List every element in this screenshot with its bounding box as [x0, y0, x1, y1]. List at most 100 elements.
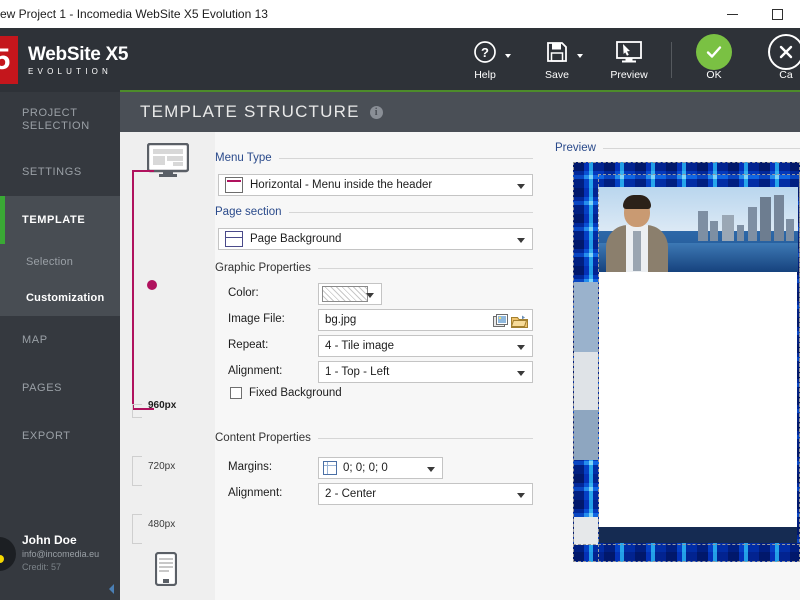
margins-label: Margins:: [228, 461, 273, 473]
repeat-value: 4 - Tile image: [325, 340, 395, 352]
minimize-button[interactable]: [710, 0, 755, 28]
help-chevron-down-icon[interactable]: [505, 54, 511, 58]
app-header: 5 WebSite X5 EVOLUTION ? Help Save Previ…: [0, 28, 800, 92]
info-icon[interactable]: i: [369, 105, 383, 119]
sidebar-item-project-selection[interactable]: PROJECT SELECTION: [0, 92, 120, 148]
header-divider: [671, 42, 672, 78]
graphic-alignment-label: Alignment:: [228, 365, 283, 377]
menu-type-value: Horizontal - Menu inside the header: [250, 179, 433, 191]
header-action-bar: ? Help Save Preview OK Ca: [449, 28, 800, 92]
cancel-label: Ca: [779, 69, 793, 81]
preview-label: Preview: [610, 69, 648, 81]
menu-type-select[interactable]: Horizontal - Menu inside the header: [218, 174, 533, 196]
page-section-chevron-down-icon[interactable]: [517, 238, 525, 243]
pick-image-button[interactable]: [491, 312, 510, 330]
group-label-menu-type: Menu Type: [215, 152, 272, 164]
floppy-disk-icon: [546, 39, 568, 65]
responsive-range-bar[interactable]: [132, 170, 154, 410]
window-controls: [710, 0, 800, 28]
close-icon: [768, 34, 800, 70]
cancel-button[interactable]: Ca: [750, 28, 800, 92]
responsive-ruler: 960px 720px 480px: [120, 132, 215, 600]
sidebar-item-customization-label: Customization: [26, 292, 105, 304]
group-rule: [602, 147, 800, 149]
ruler-label-480: 480px: [148, 519, 176, 530]
save-button[interactable]: Save: [521, 28, 593, 92]
group-rule: [278, 157, 533, 159]
responsive-range-handle[interactable]: [147, 280, 157, 290]
sidebar-item-export[interactable]: EXPORT: [0, 412, 120, 460]
save-label: Save: [545, 69, 569, 81]
group-rule: [317, 437, 533, 439]
user-credit: Credit: 57: [22, 562, 62, 572]
sidebar-collapse-icon[interactable]: [109, 584, 114, 594]
page-title: TEMPLATE STRUCTURE: [140, 102, 360, 121]
color-label: Color:: [228, 287, 259, 299]
logo-title: WebSite X5: [28, 44, 129, 65]
margins-chevron-down-icon[interactable]: [427, 467, 435, 472]
minimize-icon: [727, 13, 738, 15]
preview-button[interactable]: Preview: [593, 28, 665, 92]
page-section-select[interactable]: Page Background: [218, 228, 533, 250]
graphic-alignment-chevron-down-icon[interactable]: [517, 371, 525, 376]
image-file-label: Image File:: [228, 313, 285, 325]
content-alignment-select[interactable]: 2 - Center: [318, 483, 533, 505]
ruler-label-720: 720px: [148, 461, 176, 472]
preview-panel: Preview: [555, 132, 800, 600]
avatar: [0, 537, 16, 571]
sidebar-item-map[interactable]: MAP: [0, 316, 120, 364]
content-alignment-chevron-down-icon[interactable]: [517, 493, 525, 498]
page-background-icon: [225, 231, 243, 247]
group-header-preview: Preview: [555, 142, 800, 154]
sidebar-item-settings-label: SETTINGS: [22, 166, 82, 178]
menu-type-chevron-down-icon[interactable]: [517, 184, 525, 189]
margins-select[interactable]: 0; 0; 0; 0: [318, 457, 443, 479]
sidebar-item-template-label: TEMPLATE: [22, 214, 86, 226]
group-header-content-properties: Content Properties: [215, 432, 533, 444]
ruler-tick-480: [132, 514, 142, 544]
color-picker[interactable]: [318, 283, 382, 305]
group-label-page-section: Page section: [215, 206, 282, 218]
sidebar-item-customization[interactable]: Customization: [0, 280, 120, 316]
check-icon: [696, 34, 732, 70]
maximize-icon: [772, 8, 783, 20]
group-header-graphic-properties: Graphic Properties: [215, 262, 533, 274]
window-title-bar: ew Project 1 - Incomedia WebSite X5 Evol…: [0, 0, 800, 28]
help-button[interactable]: ? Help: [449, 28, 521, 92]
repeat-select[interactable]: 4 - Tile image: [318, 335, 533, 357]
save-chevron-down-icon[interactable]: [577, 54, 583, 58]
sidebar-item-template[interactable]: TEMPLATE: [0, 196, 120, 244]
sidebar-item-pages[interactable]: PAGES: [0, 364, 120, 412]
ok-button[interactable]: OK: [678, 28, 750, 92]
sidebar-item-settings[interactable]: SETTINGS: [0, 148, 120, 196]
menu-layout-icon: [225, 177, 243, 193]
template-preview-canvas[interactable]: [573, 162, 800, 562]
sidebar-item-export-label: EXPORT: [22, 430, 71, 442]
group-header-menu-type: Menu Type: [215, 152, 533, 164]
sidebar-item-selection-label: Selection: [26, 256, 74, 268]
app-logo: 5 WebSite X5 EVOLUTION: [0, 28, 128, 92]
browse-folder-button[interactable]: [510, 312, 529, 330]
mobile-phone-icon[interactable]: [154, 551, 178, 591]
repeat-label: Repeat:: [228, 339, 269, 351]
image-file-value: bg.jpg: [325, 314, 357, 326]
fixed-background-checkbox[interactable]: Fixed Background: [230, 387, 342, 399]
sidebar-item-project-selection-line2: SELECTION: [22, 120, 90, 132]
sidebar-item-selection[interactable]: Selection: [0, 244, 120, 280]
sidebar: PROJECT SELECTION SETTINGS TEMPLATE Sele…: [0, 92, 120, 600]
group-rule: [288, 211, 533, 213]
monitor-cursor-icon: [616, 39, 642, 65]
group-label-content-properties: Content Properties: [215, 432, 311, 444]
image-file-input[interactable]: bg.jpg: [318, 309, 533, 331]
question-circle-icon: ?: [473, 39, 497, 65]
margins-value: 0; 0; 0; 0: [343, 462, 388, 474]
color-chevron-down-icon[interactable]: [366, 293, 374, 298]
content-alignment-value: 2 - Center: [325, 488, 377, 500]
repeat-chevron-down-icon[interactable]: [517, 345, 525, 350]
user-account-block[interactable]: John Doe info@incomedia.eu Credit: 57: [0, 533, 120, 572]
maximize-button[interactable]: [755, 0, 800, 28]
content-area: 960px 720px 480px Menu Type Horizontal -…: [120, 132, 800, 600]
graphic-alignment-select[interactable]: 1 - Top - Left: [318, 361, 533, 383]
page-section-value: Page Background: [250, 233, 342, 245]
cancel-icon-wrap: [768, 34, 800, 70]
